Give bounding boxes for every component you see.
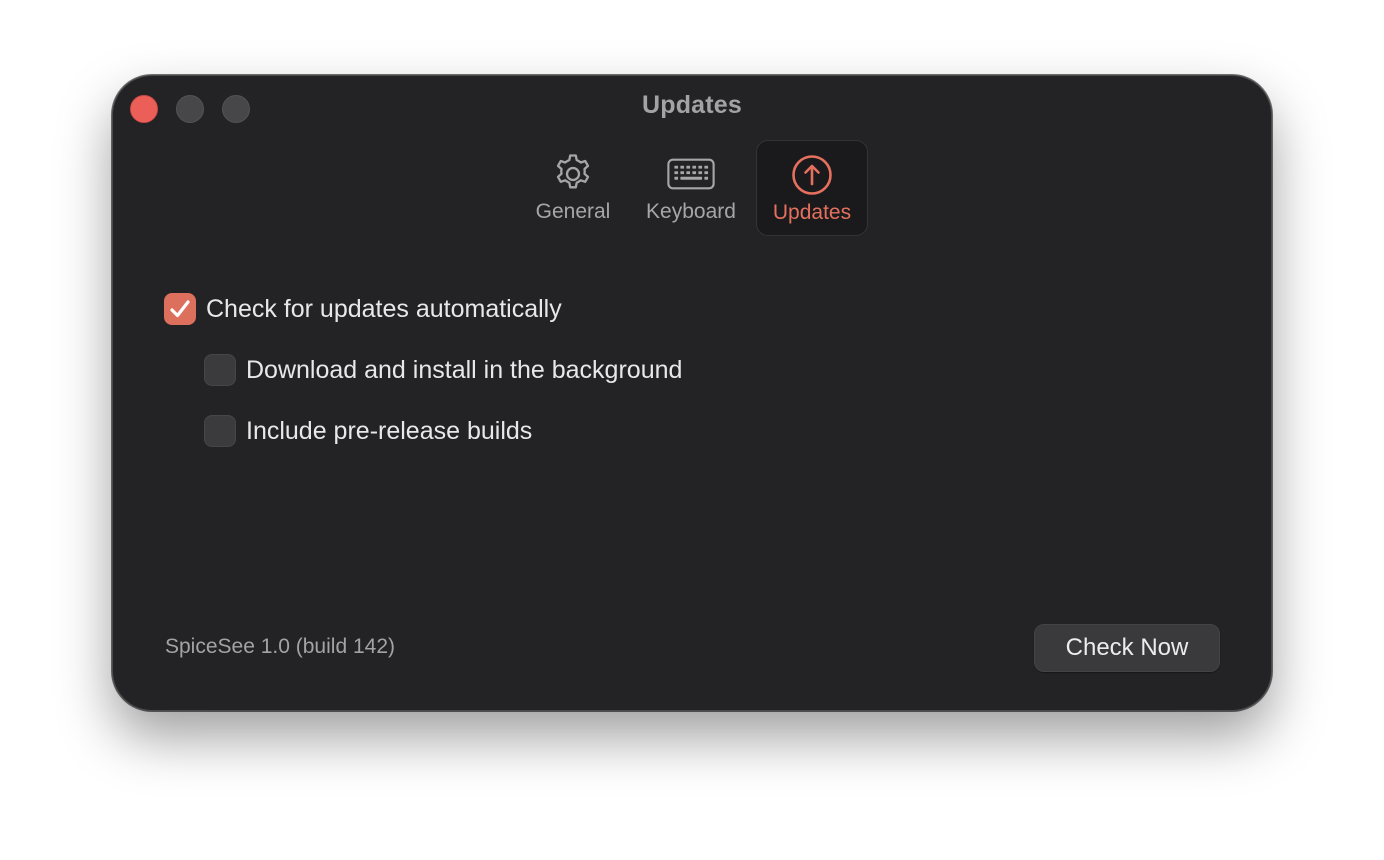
- checkmark-icon: [170, 300, 190, 318]
- option-label: Check for updates automatically: [206, 294, 562, 323]
- option-label: Include pre-release builds: [246, 416, 533, 445]
- check-automatically-option[interactable]: Check for updates automatically: [164, 292, 562, 326]
- check-now-button[interactable]: Check Now: [1034, 624, 1220, 672]
- background-install-checkbox[interactable]: [204, 354, 236, 386]
- version-label: SpiceSee 1.0 (build 142): [165, 635, 395, 658]
- prerelease-builds-checkbox[interactable]: [204, 415, 236, 447]
- prerelease-builds-option[interactable]: Include pre-release builds: [204, 414, 532, 448]
- updates-pane: Check for updates automatically Download…: [113, 76, 1271, 710]
- background-install-option[interactable]: Download and install in the background: [204, 353, 682, 387]
- option-label: Download and install in the background: [246, 355, 683, 384]
- check-automatically-checkbox[interactable]: [164, 293, 196, 325]
- preferences-window: Updates General Keyboard Updates Check f…: [112, 75, 1272, 711]
